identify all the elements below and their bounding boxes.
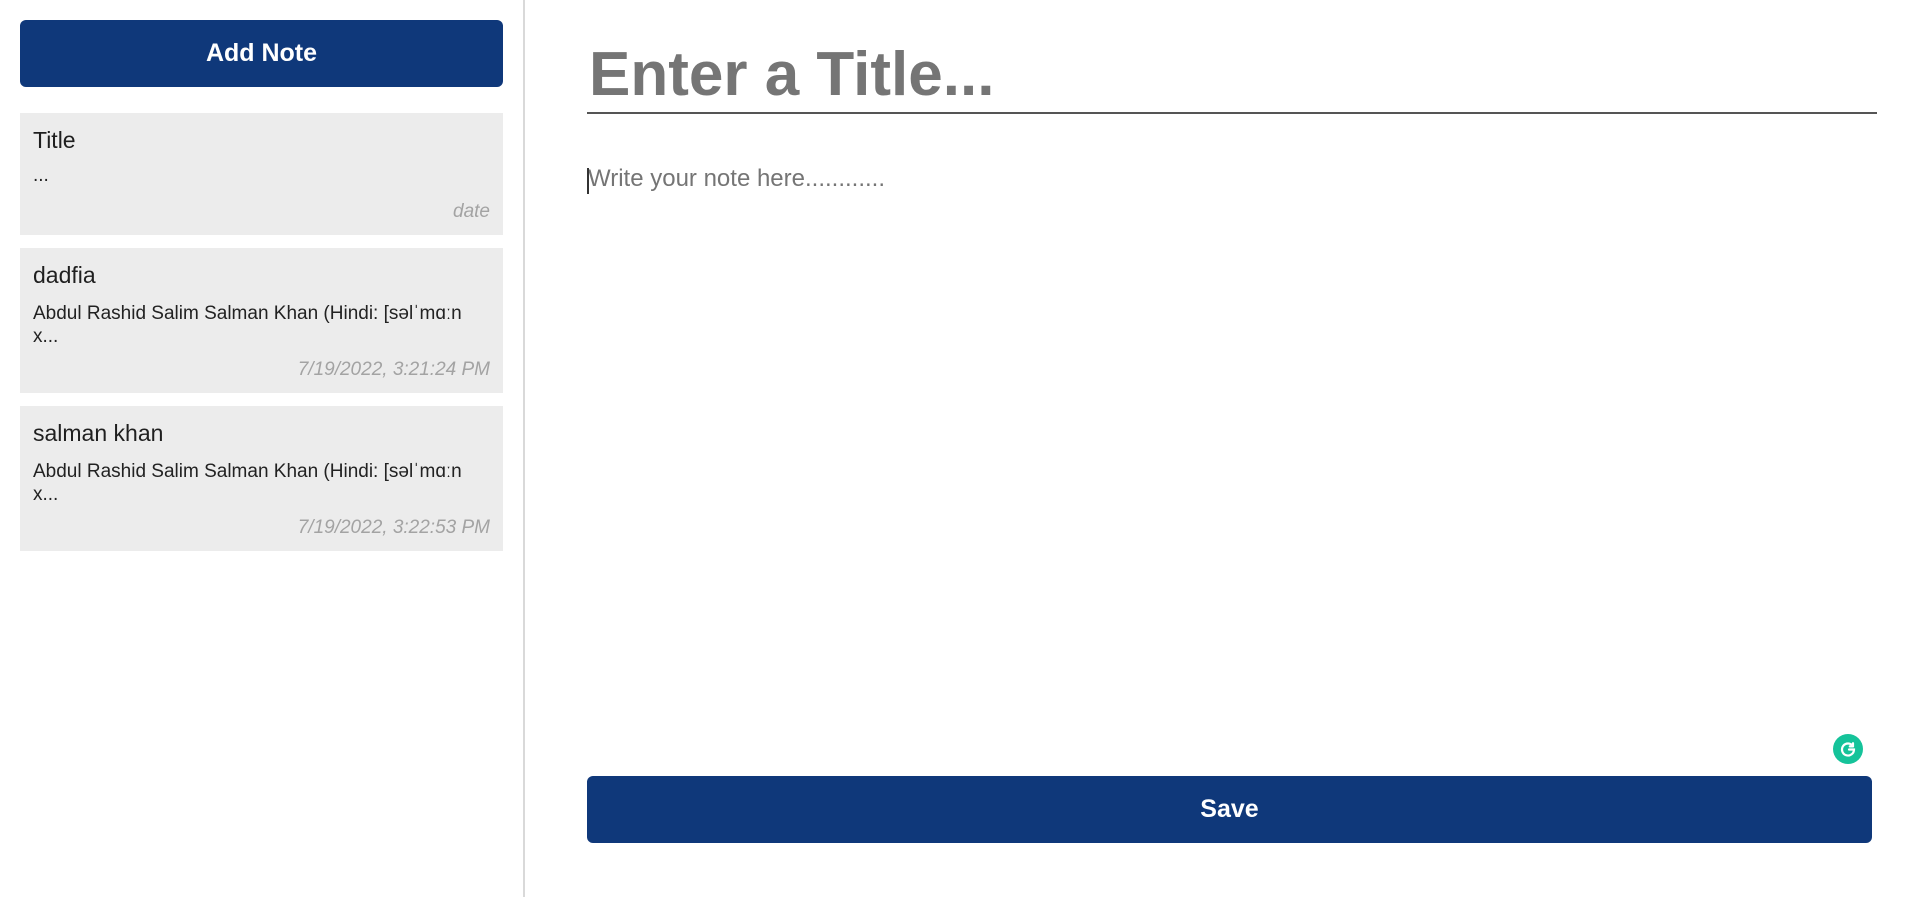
note-title: salman khan: [33, 420, 164, 446]
notes-app: Add Note Title ... date dadfia Abdul Ras…: [0, 0, 1920, 897]
sidebar: Add Note Title ... date dadfia Abdul Ras…: [0, 0, 525, 897]
add-note-button[interactable]: Add Note: [20, 20, 503, 87]
note-card[interactable]: Title ... date: [20, 113, 503, 235]
note-title: Title: [33, 127, 76, 153]
note-preview: ...: [33, 165, 49, 186]
note-date: 7/19/2022, 3:22:53 PM: [297, 517, 490, 538]
note-card[interactable]: salman khan Abdul Rashid Salim Salman Kh…: [20, 406, 503, 551]
note-card[interactable]: dadfia Abdul Rashid Salim Salman Khan (H…: [20, 248, 503, 393]
note-editor: Save: [587, 0, 1877, 897]
save-button[interactable]: Save: [587, 776, 1872, 843]
grammarly-icon[interactable]: [1833, 734, 1863, 764]
note-preview: Abdul Rashid Salim Salman Khan (Hindi: […: [33, 461, 462, 505]
grammarly-g-glyph: [1840, 742, 1856, 757]
note-list: Title ... date dadfia Abdul Rashid Salim…: [20, 113, 503, 551]
note-date: date: [453, 201, 490, 222]
note-body-input[interactable]: [587, 164, 1877, 724]
note-preview: Abdul Rashid Salim Salman Khan (Hindi: […: [33, 303, 462, 347]
title-input[interactable]: [587, 36, 1877, 114]
note-title: dadfia: [33, 262, 96, 288]
text-cursor: [587, 168, 589, 194]
note-date: 7/19/2022, 3:21:24 PM: [297, 359, 490, 380]
